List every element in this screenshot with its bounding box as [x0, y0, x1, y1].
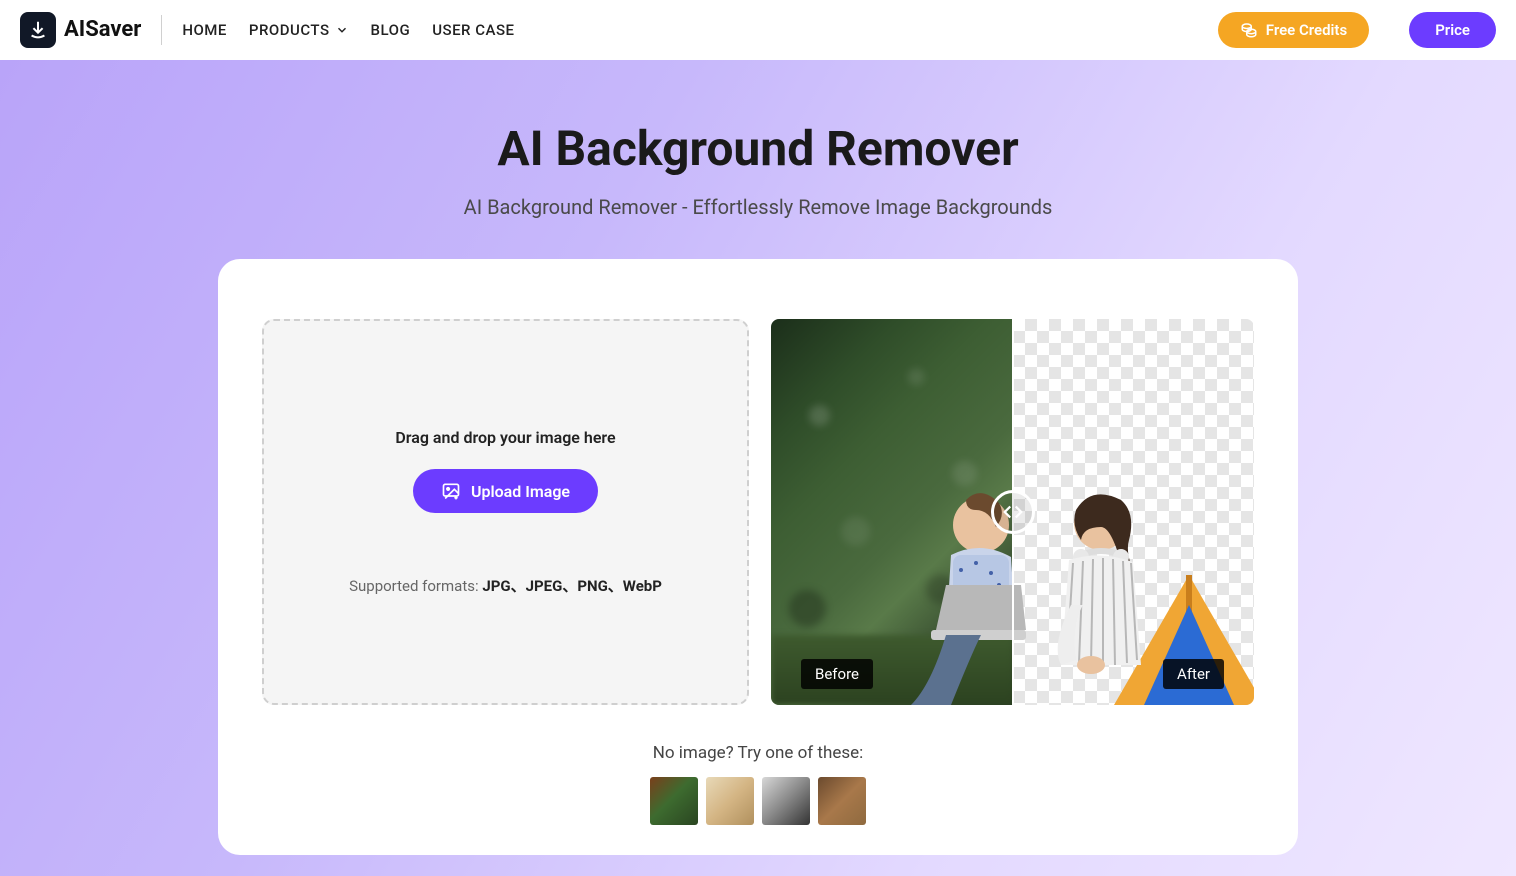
divider	[161, 15, 162, 45]
formats-prefix: Supported formats:	[349, 577, 482, 595]
sample-image-2[interactable]	[706, 777, 754, 825]
nav: HOME PRODUCTS BLOG USER CASE	[182, 21, 514, 39]
upload-button-label: Upload Image	[471, 482, 570, 501]
samples-text: No image? Try one of these:	[262, 743, 1254, 763]
logo[interactable]: AISaver	[20, 12, 141, 48]
nav-products-label: PRODUCTS	[249, 21, 330, 39]
nav-home[interactable]: HOME	[182, 21, 227, 39]
samples: No image? Try one of these:	[262, 743, 1254, 825]
before-after-preview: Before After	[771, 319, 1254, 705]
page-title: AI Background Remover	[0, 120, 1516, 177]
hero: AI Background Remover AI Background Remo…	[0, 60, 1516, 876]
header: AISaver HOME PRODUCTS BLOG USER CASE Fre…	[0, 0, 1516, 60]
image-upload-icon	[441, 481, 461, 501]
price-label: Price	[1435, 21, 1470, 39]
nav-products[interactable]: PRODUCTS	[249, 21, 349, 39]
coins-icon	[1240, 21, 1258, 39]
upload-button[interactable]: Upload Image	[413, 469, 598, 513]
before-label: Before	[801, 659, 873, 689]
drop-text: Drag and drop your image here	[395, 428, 615, 447]
main-card: Drag and drop your image here Upload Ima…	[218, 259, 1298, 855]
sample-row	[262, 777, 1254, 825]
nav-blog[interactable]: BLOG	[371, 21, 411, 39]
card-row: Drag and drop your image here Upload Ima…	[262, 319, 1254, 705]
arrows-horizontal-icon	[1002, 501, 1024, 523]
sample-image-1[interactable]	[650, 777, 698, 825]
compare-slider-handle[interactable]	[991, 490, 1035, 534]
sample-image-3[interactable]	[762, 777, 810, 825]
sample-image-4[interactable]	[818, 777, 866, 825]
drop-zone[interactable]: Drag and drop your image here Upload Ima…	[262, 319, 749, 705]
free-credits-label: Free Credits	[1266, 21, 1347, 39]
free-credits-button[interactable]: Free Credits	[1218, 12, 1369, 48]
logo-icon	[20, 12, 56, 48]
page-subtitle: AI Background Remover - Effortlessly Rem…	[0, 195, 1516, 219]
formats-list: JPG、JPEG、PNG、WebP	[482, 577, 662, 595]
nav-usercase[interactable]: USER CASE	[432, 21, 514, 39]
price-button[interactable]: Price	[1409, 12, 1496, 48]
chevron-down-icon	[335, 23, 349, 37]
after-label: After	[1163, 659, 1224, 689]
supported-formats: Supported formats: JPG、JPEG、PNG、WebP	[349, 575, 662, 596]
brand-text: AISaver	[64, 17, 141, 42]
